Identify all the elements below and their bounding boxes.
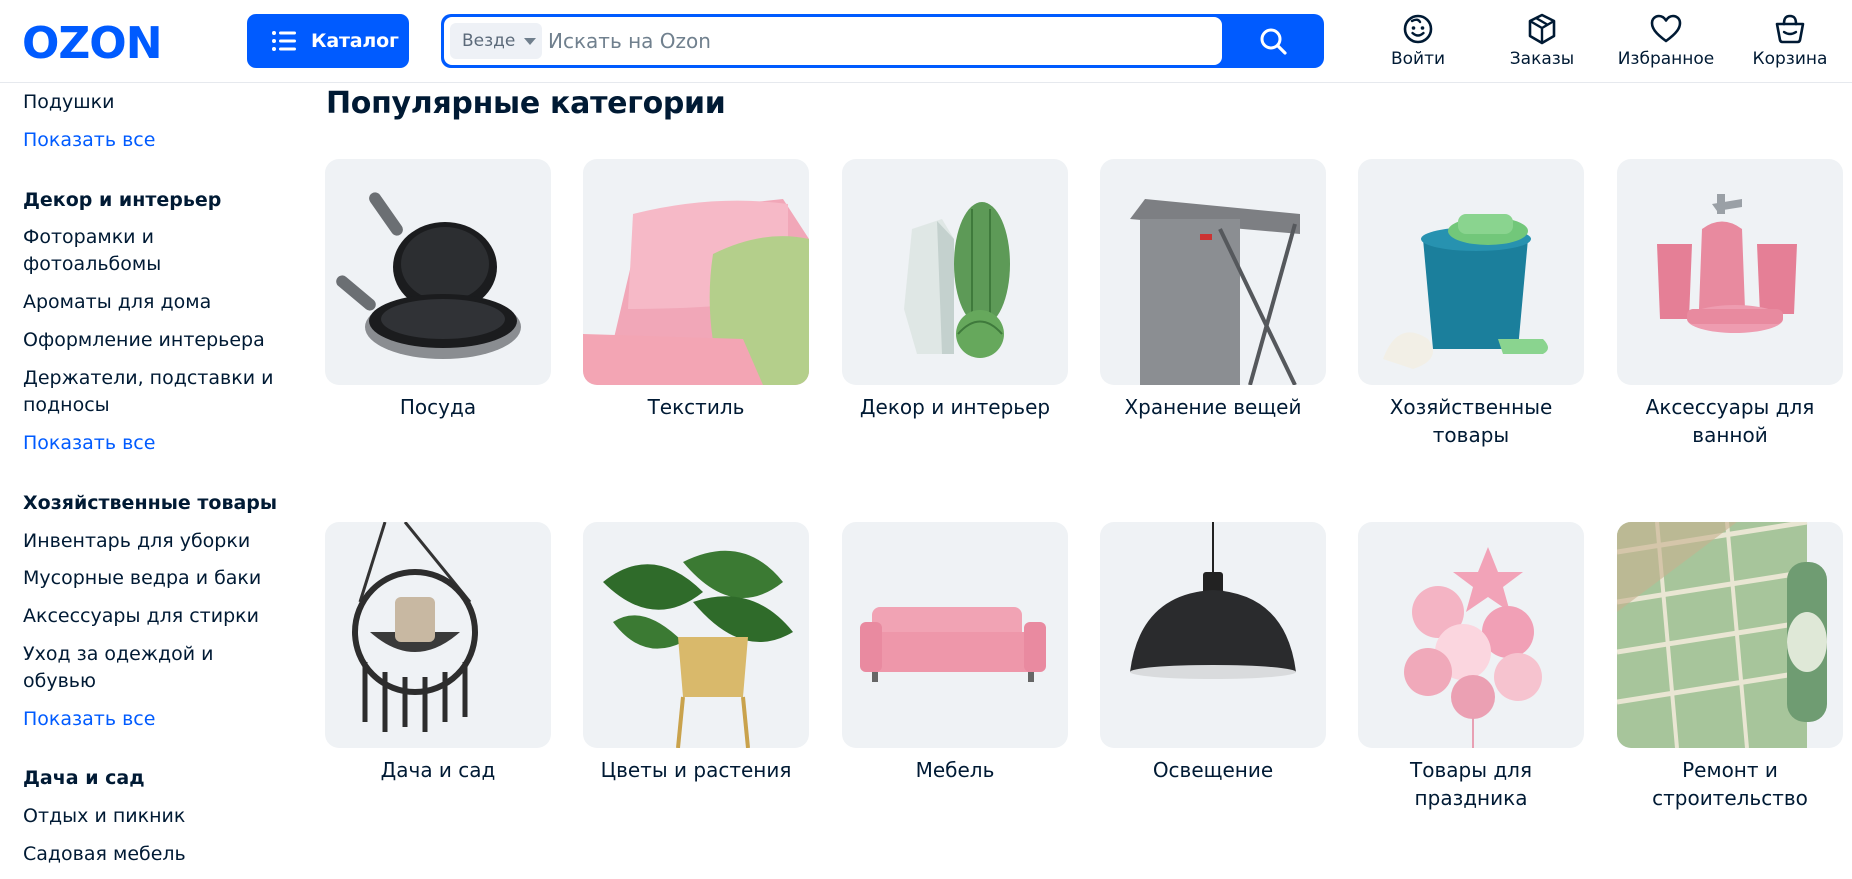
monstera-plant-image [583,522,809,748]
hanging-chair-image [325,522,551,748]
laundry-hamper-image [1100,159,1326,385]
search-input[interactable] [548,25,1208,57]
heart-icon [1650,14,1682,43]
category-card-dishes[interactable]: Посуда [325,159,551,421]
orders-button[interactable]: Заказы [1482,12,1602,72]
pendant-lamp-image [1100,522,1326,748]
search-bar: Везде [441,14,1324,68]
category-card-garden[interactable]: Дача и сад [325,522,551,784]
category-label: Ремонт и строительство [1652,758,1808,810]
sidebar-item[interactable]: Фоторамки и фотоальбомы [23,224,278,278]
sidebar-item[interactable]: Держатели, подставки и подносы [23,365,278,419]
show-all-link[interactable]: Показать все [23,430,278,457]
category-label: Текстиль [647,395,745,419]
box-icon [1528,13,1556,45]
cactus-vase-image [842,159,1068,385]
caret-down-icon [524,37,537,45]
login-button[interactable]: Войти [1358,12,1478,72]
search-scope-select[interactable]: Везде [450,23,542,59]
header: OZON Каталог Везде Искать на Ozon Войти … [0,0,1852,83]
category-card-storage[interactable]: Хранение вещей [1100,159,1326,421]
search-button[interactable] [1222,14,1324,68]
favorites-button[interactable]: Избранное [1606,12,1726,72]
sidebar-item[interactable]: Ароматы для дома [23,289,278,316]
frying-pans-image [325,159,551,385]
category-label: Декор и интерьер [859,395,1051,419]
sidebar-item[interactable]: Инвентарь для уборки [23,528,278,555]
category-label: Цветы и растения [600,758,792,782]
favorites-label: Избранное [1617,49,1715,69]
svg-text:OZON: OZON [22,21,162,61]
catalog-button[interactable]: Каталог [247,14,409,68]
category-card-bath[interactable]: Аксессуары для ванной [1617,159,1843,449]
user-smile-icon [1403,14,1433,44]
sidebar-item[interactable]: Мусорные ведра и баки [23,565,278,592]
category-card-textile[interactable]: Текстиль [583,159,809,421]
list-icon [272,31,296,51]
search-scope-value: Везде [462,31,516,51]
category-label: Аксессуары для ванной [1645,395,1815,447]
category-card-furniture[interactable]: Мебель [842,522,1068,784]
category-label: Хозяйственные товары [1389,395,1553,447]
cart-button[interactable]: Корзина [1730,12,1850,72]
category-label: Хранение вещей [1124,395,1302,419]
show-all-link[interactable]: Показать все [23,127,278,154]
category-card-party[interactable]: Товары для праздника [1358,522,1584,812]
category-card-decor[interactable]: Декор и интерьер [842,159,1068,421]
bath-set-image [1617,159,1843,385]
pillows-image [583,159,809,385]
ozon-logo[interactable]: OZON [22,21,196,61]
category-label: Дача и сад [380,758,496,782]
category-label: Освещение [1152,758,1274,782]
cart-icon [1775,14,1805,44]
login-label: Войти [1390,49,1446,69]
category-card-household[interactable]: Хозяйственные товары [1358,159,1584,449]
sidebar-item[interactable]: Аксессуары для стирки [23,603,278,630]
sidebar-group-title[interactable]: Хозяйственные товары [23,490,278,517]
sidebar-item[interactable]: Садовая мебель [23,841,278,868]
balloons-image [1358,522,1584,748]
cart-label: Корзина [1752,49,1828,69]
page-title: Популярные категории [326,86,726,121]
sidebar-item[interactable]: Отдых и пикник [23,803,278,830]
sidebar-group-title[interactable]: Дача и сад [23,765,278,792]
category-label: Посуда [399,395,477,419]
orders-label: Заказы [1509,49,1575,69]
category-card-lighting[interactable]: Освещение [1100,522,1326,784]
show-all-link[interactable]: Показать все [23,706,278,733]
category-card-plants[interactable]: Цветы и растения [583,522,809,784]
category-card-renovation[interactable]: Ремонт и строительство [1617,522,1843,812]
category-label: Товары для праздника [1410,758,1532,810]
sidebar-item[interactable]: Уход за одеждой и обувью [23,641,278,695]
sidebar-item-pillows[interactable]: Подушки [23,89,278,116]
search-icon [1260,28,1287,55]
mop-bucket-image [1358,159,1584,385]
catalog-label: Каталог [311,30,399,52]
wallpaper-roll-image [1617,522,1843,748]
pink-sofa-image [842,522,1068,748]
category-label: Мебель [915,758,995,782]
sidebar-group-title[interactable]: Декор и интерьер [23,187,278,214]
sidebar-item[interactable]: Оформление интерьера [23,327,278,354]
